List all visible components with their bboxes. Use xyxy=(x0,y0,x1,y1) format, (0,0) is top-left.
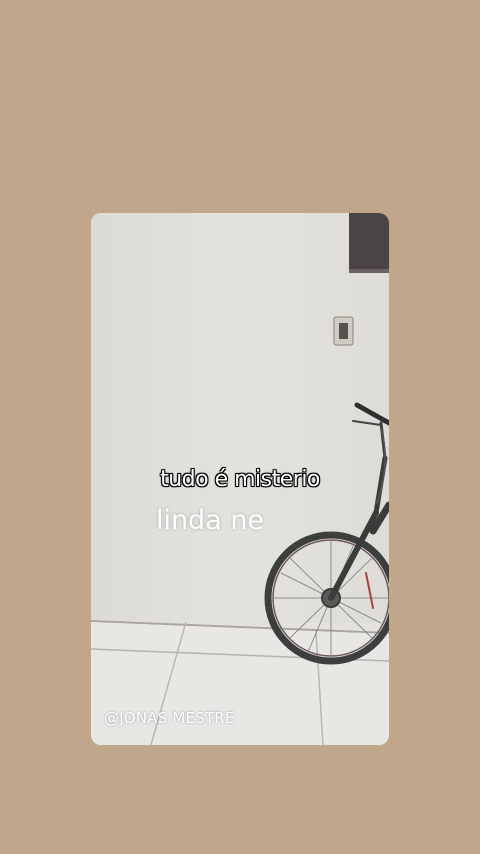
dark-object xyxy=(349,213,389,273)
story-screen: { "background_color": "#c0a68b", "story"… xyxy=(0,0,480,854)
author-watermark: @JONAS MESTRE xyxy=(104,709,235,727)
story-card[interactable]: tudo é misterio linda ne @JONAS MESTRE xyxy=(91,213,389,745)
caption-line-1: tudo é misterio xyxy=(160,467,320,492)
caption-line-2: linda ne xyxy=(155,505,265,536)
